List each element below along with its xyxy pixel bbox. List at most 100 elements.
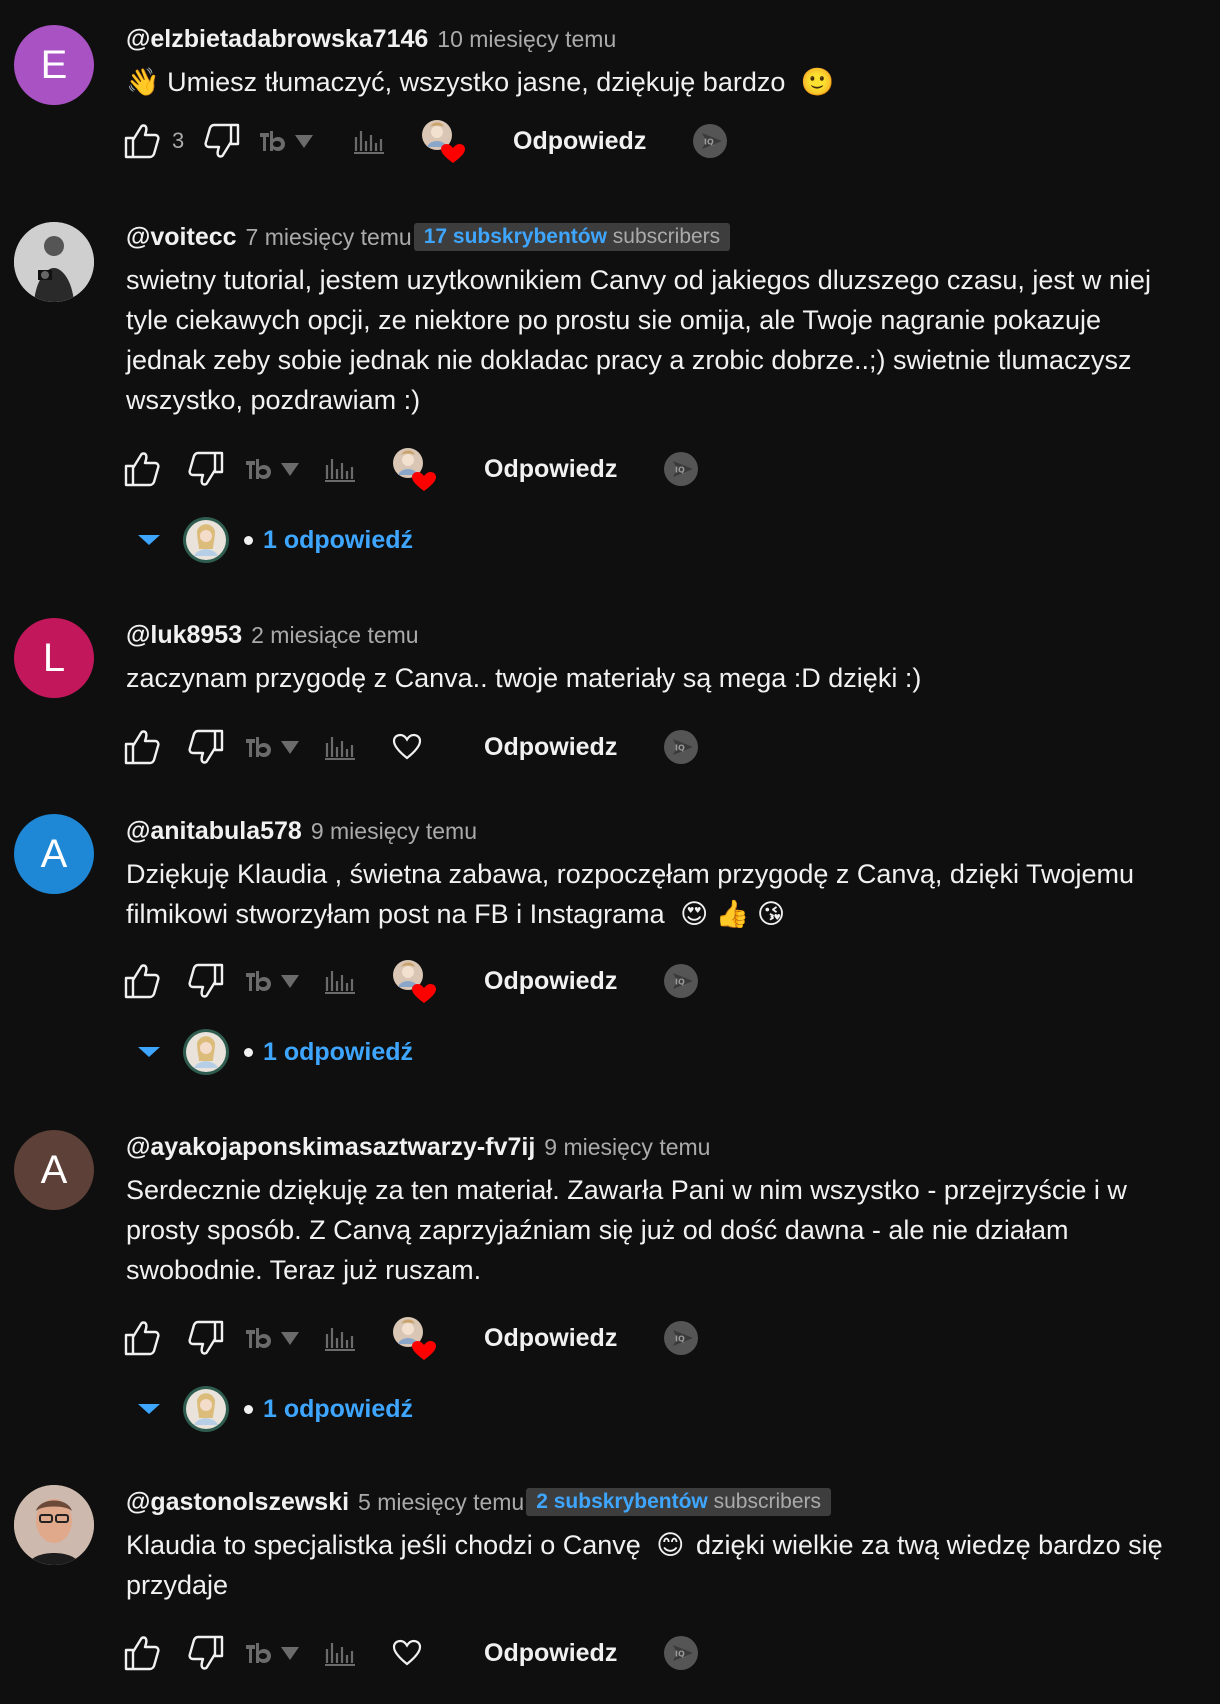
tb-extension-button[interactable]	[244, 1629, 300, 1677]
comment-time[interactable]: 9 miesięcy temu	[311, 818, 477, 845]
caret-down-icon	[280, 1330, 300, 1346]
creator-heart-icon	[390, 1314, 438, 1362]
smile-emoji: 🙂	[800, 67, 835, 97]
comment-author[interactable]: @gastonolszewski	[126, 1488, 349, 1517]
waving-hand-emoji: 👋	[126, 67, 160, 97]
reply-author-avatar	[182, 1028, 230, 1076]
comment-text-body: Dziękuję Klaudia , świetna zabawa, rozpo…	[126, 859, 1135, 929]
avatar[interactable]	[14, 222, 94, 302]
like-button[interactable]	[122, 957, 162, 1005]
comment-text: Serdecznie dziękuję za ten materiał. Zaw…	[126, 1175, 1127, 1285]
creator-heart[interactable]	[419, 117, 467, 165]
reply-author-avatar	[182, 1385, 230, 1433]
user-photo-avatar	[14, 1485, 94, 1565]
reply-button[interactable]: Odpowiedz	[484, 445, 617, 493]
comment-author[interactable]: @voitecc	[126, 223, 237, 252]
stats-button[interactable]	[323, 1629, 357, 1677]
like-button[interactable]	[122, 445, 162, 493]
avatar[interactable]: E	[14, 25, 94, 105]
stats-button[interactable]	[323, 957, 357, 1005]
dislike-button[interactable]	[186, 1314, 226, 1362]
stats-button[interactable]	[323, 1314, 357, 1362]
iq-button[interactable]	[661, 723, 701, 771]
iq-button[interactable]	[661, 957, 701, 1005]
heart-button[interactable]	[392, 1629, 422, 1677]
iq-badge-icon	[661, 1633, 701, 1673]
thumbs-down-icon	[186, 1318, 226, 1358]
chevron-down-icon	[138, 535, 160, 545]
subscriber-badge: 17 subskrybentów subscribers	[413, 223, 731, 251]
tb-extension-button[interactable]	[258, 117, 314, 165]
creator-heart-icon	[390, 445, 438, 493]
dislike-button[interactable]	[186, 723, 226, 771]
view-replies-button[interactable]: 1 odpowiedź	[138, 1026, 413, 1078]
iq-badge-icon	[661, 961, 701, 1001]
avatar[interactable]: A	[14, 814, 94, 894]
iq-button[interactable]	[661, 1629, 701, 1677]
like-button[interactable]	[122, 723, 162, 771]
reply-button[interactable]: Odpowiedz	[484, 723, 617, 771]
like-button[interactable]: 3	[122, 117, 184, 165]
thumbs-up-icon	[122, 961, 162, 1001]
dislike-button[interactable]	[186, 1629, 226, 1677]
reply-button[interactable]: Odpowiedz	[484, 957, 617, 1005]
view-replies-button[interactable]: 1 odpowiedź	[138, 514, 413, 566]
comment-time[interactable]: 9 miesięcy temu	[544, 1134, 710, 1161]
iq-button[interactable]	[661, 1314, 701, 1362]
user-photo-avatar	[14, 222, 94, 302]
dislike-button[interactable]	[186, 957, 226, 1005]
thumbs-down-icon	[186, 727, 226, 767]
like-button[interactable]	[122, 1629, 162, 1677]
reply-button[interactable]: Odpowiedz	[484, 1314, 617, 1362]
stats-button[interactable]	[323, 723, 357, 771]
avatar[interactable]: A	[14, 1130, 94, 1210]
thumbs-down-icon	[186, 961, 226, 1001]
stats-button[interactable]	[323, 445, 357, 493]
comment-text: Klaudia to specjalistka jeśli chodzi o C…	[126, 1525, 1184, 1605]
dislike-button[interactable]	[186, 445, 226, 493]
iq-button[interactable]	[690, 117, 730, 165]
tb-extension-button[interactable]	[244, 957, 300, 1005]
stats-button[interactable]	[352, 117, 386, 165]
caret-down-icon	[280, 973, 300, 989]
comment-emojis: 😍 👍 😘	[680, 899, 786, 929]
reply-label: Odpowiedz	[484, 1638, 618, 1667]
reply-author-avatar	[182, 516, 230, 564]
tb-extension-button[interactable]	[244, 1314, 300, 1362]
iq-badge-icon	[661, 727, 701, 767]
comment-time[interactable]: 10 miesięcy temu	[437, 26, 616, 53]
iq-button[interactable]	[661, 445, 701, 493]
subscriber-count: 17 subskrybentów	[423, 225, 607, 248]
tb-logo-icon	[244, 1325, 274, 1351]
like-button[interactable]	[122, 1314, 162, 1362]
comment-author[interactable]: @anitabula578	[126, 817, 302, 846]
thumbs-up-icon	[122, 121, 162, 161]
reply-label: Odpowiedz	[484, 1323, 618, 1352]
creator-heart-icon	[390, 957, 438, 1005]
comment-author[interactable]: @luk8953	[126, 621, 242, 650]
creator-heart[interactable]	[390, 1314, 438, 1362]
reply-label: Odpowiedz	[484, 966, 618, 995]
reply-button[interactable]: Odpowiedz	[484, 1629, 617, 1677]
separator-dot	[244, 1404, 253, 1414]
creator-heart[interactable]	[390, 957, 438, 1005]
heart-button[interactable]	[392, 723, 422, 771]
reply-button[interactable]: Odpowiedz	[513, 117, 646, 165]
comment-time[interactable]: 5 miesięcy temu	[358, 1489, 524, 1516]
subscriber-suffix: subscribers	[713, 1490, 821, 1513]
tb-extension-button[interactable]	[244, 445, 300, 493]
view-replies-button[interactable]: 1 odpowiedź	[138, 1383, 413, 1435]
tb-logo-icon	[244, 968, 274, 994]
creator-heart[interactable]	[390, 445, 438, 493]
comment-author[interactable]: @ayakojaponskimasaztwarzy-fv7ij	[126, 1133, 535, 1162]
comment-time[interactable]: 7 miesięcy temu	[246, 224, 412, 251]
comment-text: swietny tutorial, jestem uzytkownikiem C…	[126, 265, 1151, 415]
subscriber-suffix: subscribers	[612, 225, 721, 248]
avatar[interactable]: L	[14, 618, 94, 698]
comment-author[interactable]: @elzbietadabrowska7146	[126, 25, 428, 54]
avatar[interactable]	[14, 1485, 94, 1565]
replies-count: 1 odpowiedź	[263, 1394, 413, 1423]
tb-extension-button[interactable]	[244, 723, 300, 771]
dislike-button[interactable]	[202, 117, 242, 165]
comment-time[interactable]: 2 miesiące temu	[251, 622, 418, 649]
